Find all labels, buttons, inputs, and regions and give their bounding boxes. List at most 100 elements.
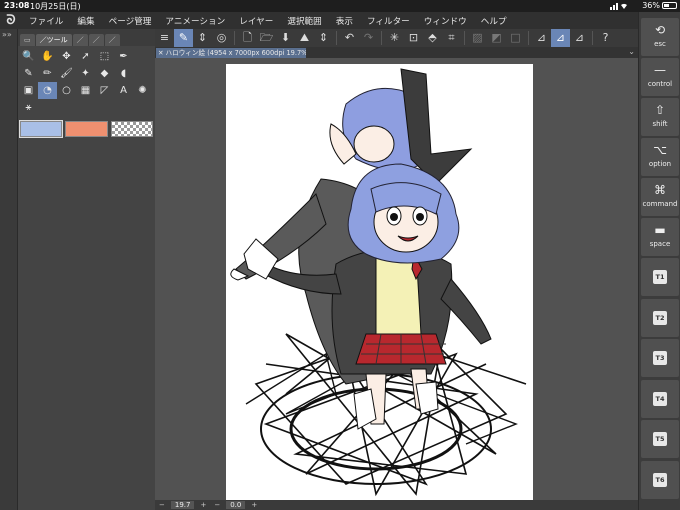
hand-icon[interactable]: ✋ [38, 48, 57, 65]
app-logo-icon[interactable]: ᘐ [0, 12, 22, 29]
correct-line-icon[interactable]: ⚹ [19, 99, 38, 116]
document-title: ハロウィン絵 (4954 x 7000px 600dpi 19.7%) [165, 49, 306, 57]
menu-bar: ᘐ ファイル 編集 ページ管理 アニメーション レイヤー 選択範囲 表示 フィルター ウィンドウ… [0, 12, 638, 29]
menu-item[interactable]: ページ管理 [102, 15, 159, 27]
crop-icon[interactable]: ⌗ [442, 29, 461, 47]
balloon-icon[interactable]: ✺ [133, 82, 152, 99]
tab-icon: ／ [108, 36, 116, 44]
tab-label: ツール [46, 36, 68, 44]
brush-icon[interactable]: 🖌 [57, 65, 76, 82]
open-folder-icon[interactable]: 🗁 [257, 29, 276, 47]
palette-tab[interactable]: ／ [88, 34, 104, 46]
eyedropper-icon[interactable]: ✒ [114, 48, 133, 65]
rotate-left-button[interactable]: − [210, 501, 224, 509]
tab-icon: ▭ [24, 36, 31, 44]
chevron-down-icon[interactable]: ⌄ [628, 47, 635, 56]
menu-item[interactable]: フィルター [360, 15, 417, 27]
custom-key-t5[interactable]: T5 [641, 420, 679, 458]
rotation-field[interactable]: 0.0 [226, 501, 246, 509]
menu-item[interactable]: レイヤー [232, 15, 280, 27]
pencil-icon[interactable]: ✏ [38, 65, 57, 82]
custom-key-t4[interactable]: T4 [641, 379, 679, 418]
special-ruler-icon[interactable]: ⊿ [551, 29, 570, 47]
loading-icon[interactable]: ✳ [385, 29, 404, 47]
command-bar: ≡ ✎ ⇕ ◎ 🗋 🗁 ⬇ ⛰ ⇕ ↶ ↷ ✳ ⊡ ⬘ ⌗ ▨ ◩ □ ⊿ ⊿ ⊿? [155, 29, 638, 47]
menu-item[interactable]: ヘルプ [474, 15, 514, 27]
canvas-paper[interactable] [226, 64, 533, 500]
key-label: command [642, 200, 678, 208]
custom-key-t3[interactable]: T3 [641, 339, 679, 377]
toolbar-divider [381, 31, 382, 45]
menu-item[interactable]: 選択範囲 [280, 15, 328, 27]
figure-icon[interactable]: ○ [57, 82, 76, 99]
move-icon[interactable]: ✥ [57, 48, 76, 65]
gradient-icon[interactable]: ◔ [38, 82, 57, 99]
ruler-icon[interactable]: ◸ [95, 82, 114, 99]
key-label: T5 [653, 432, 667, 446]
undo-icon[interactable]: ↶ [340, 29, 359, 47]
rect-select-icon[interactable]: ⬚ [95, 48, 114, 65]
rotate-right-button[interactable]: + [247, 501, 261, 509]
option-key[interactable]: ⌥ option [641, 138, 679, 176]
zoom-icon[interactable]: 🔍 [19, 48, 38, 65]
save-icon[interactable]: ⬇ [276, 29, 295, 47]
palette-tab[interactable]: ／ツール [35, 34, 72, 46]
menu-item[interactable]: ファイル [22, 15, 70, 27]
sub-color-swatch[interactable] [65, 121, 108, 137]
menu-item[interactable]: ウィンドウ [417, 15, 474, 27]
zoom-in-button[interactable]: + [196, 501, 210, 509]
new-file-icon[interactable]: 🗋 [238, 29, 257, 47]
redo-icon[interactable]: ↷ [359, 29, 378, 47]
custom-key-t1[interactable]: T1 [641, 258, 679, 296]
brush-size-icon[interactable]: ✎ [174, 29, 193, 47]
pen-icon[interactable]: ✎ [19, 65, 38, 82]
zoom-out-button[interactable]: − [155, 501, 169, 509]
blank-slot [133, 65, 152, 82]
space-key[interactable]: ▬ space [641, 218, 679, 256]
canvas-area[interactable] [155, 58, 638, 500]
ruler-snap-icon[interactable]: ⊿ [532, 29, 551, 47]
toolbar-divider [464, 31, 465, 45]
eraser-icon[interactable]: ◆ [95, 65, 114, 82]
menu-item[interactable]: アニメーション [158, 15, 232, 27]
document-tab[interactable]: ✕ ハロウィン絵 (4954 x 7000px 600dpi 19.7%) [156, 48, 306, 58]
grid-snap-icon[interactable]: ⊿ [570, 29, 589, 47]
custom-key-t2[interactable]: T2 [641, 298, 679, 337]
frame-icon[interactable]: ▦ [76, 82, 95, 99]
border-icon[interactable]: □ [506, 29, 525, 47]
clock: 23:08 [4, 1, 30, 10]
chevron-updown-icon[interactable]: ⇕ [314, 29, 333, 47]
menu-item[interactable]: 編集 [70, 15, 101, 27]
palette-tab[interactable]: ／ [104, 34, 120, 46]
deselect-icon[interactable]: ▨ [468, 29, 487, 47]
select-arrow-icon[interactable]: ➚ [76, 48, 95, 65]
tool-palette-dock: »» ▭ ／ツール／／／ 🔍 ✋ ✥ ➚ ⬚ ✒ ✎ ✏ 🖌 ✦ ◆ ◖ ▣ ◔ ○ ▦ ◸ A ✺ ⚹ [0, 29, 155, 510]
blend-icon[interactable]: ◖ [114, 65, 133, 82]
airbrush-icon[interactable]: ✦ [76, 65, 95, 82]
help-icon[interactable]: ? [596, 29, 615, 47]
chevron-updown-icon[interactable]: ⇕ [193, 29, 212, 47]
command-key[interactable]: ⌘ command [641, 178, 679, 216]
battery-percent: 36% [642, 1, 660, 10]
invert-icon[interactable]: ◩ [487, 29, 506, 47]
export-icon[interactable]: ⛰ [295, 29, 314, 47]
menu-icon[interactable]: ≡ [155, 29, 174, 47]
expand-dock-icon[interactable]: »» [0, 29, 17, 40]
fill-layer-icon[interactable]: ⬘ [423, 29, 442, 47]
tool-grid: 🔍 ✋ ✥ ➚ ⬚ ✒ ✎ ✏ 🖌 ✦ ◆ ◖ ▣ ◔ ○ ▦ ◸ A ✺ ⚹ [18, 46, 155, 118]
fill-icon[interactable]: ▣ [19, 82, 38, 99]
main-color-swatch[interactable] [18, 120, 64, 138]
text-icon[interactable]: A [114, 82, 133, 99]
shift-key[interactable]: ⇧ shift [641, 98, 679, 136]
clear-layer-icon[interactable]: ⊡ [404, 29, 423, 47]
settings-icon[interactable]: ◎ [212, 29, 231, 47]
close-tab-icon[interactable]: ✕ [158, 49, 164, 57]
menu-item[interactable]: 表示 [329, 15, 360, 27]
palette-tab[interactable]: ▭ [20, 34, 35, 46]
control-key[interactable]: — control [641, 58, 679, 96]
custom-key-t6[interactable]: T6 [641, 460, 679, 499]
zoom-field[interactable]: 19.7 [170, 501, 195, 509]
transparent-color-swatch[interactable] [110, 121, 153, 137]
esc-key[interactable]: ⟲ esc [641, 18, 679, 56]
palette-tab[interactable]: ／ [72, 34, 88, 46]
